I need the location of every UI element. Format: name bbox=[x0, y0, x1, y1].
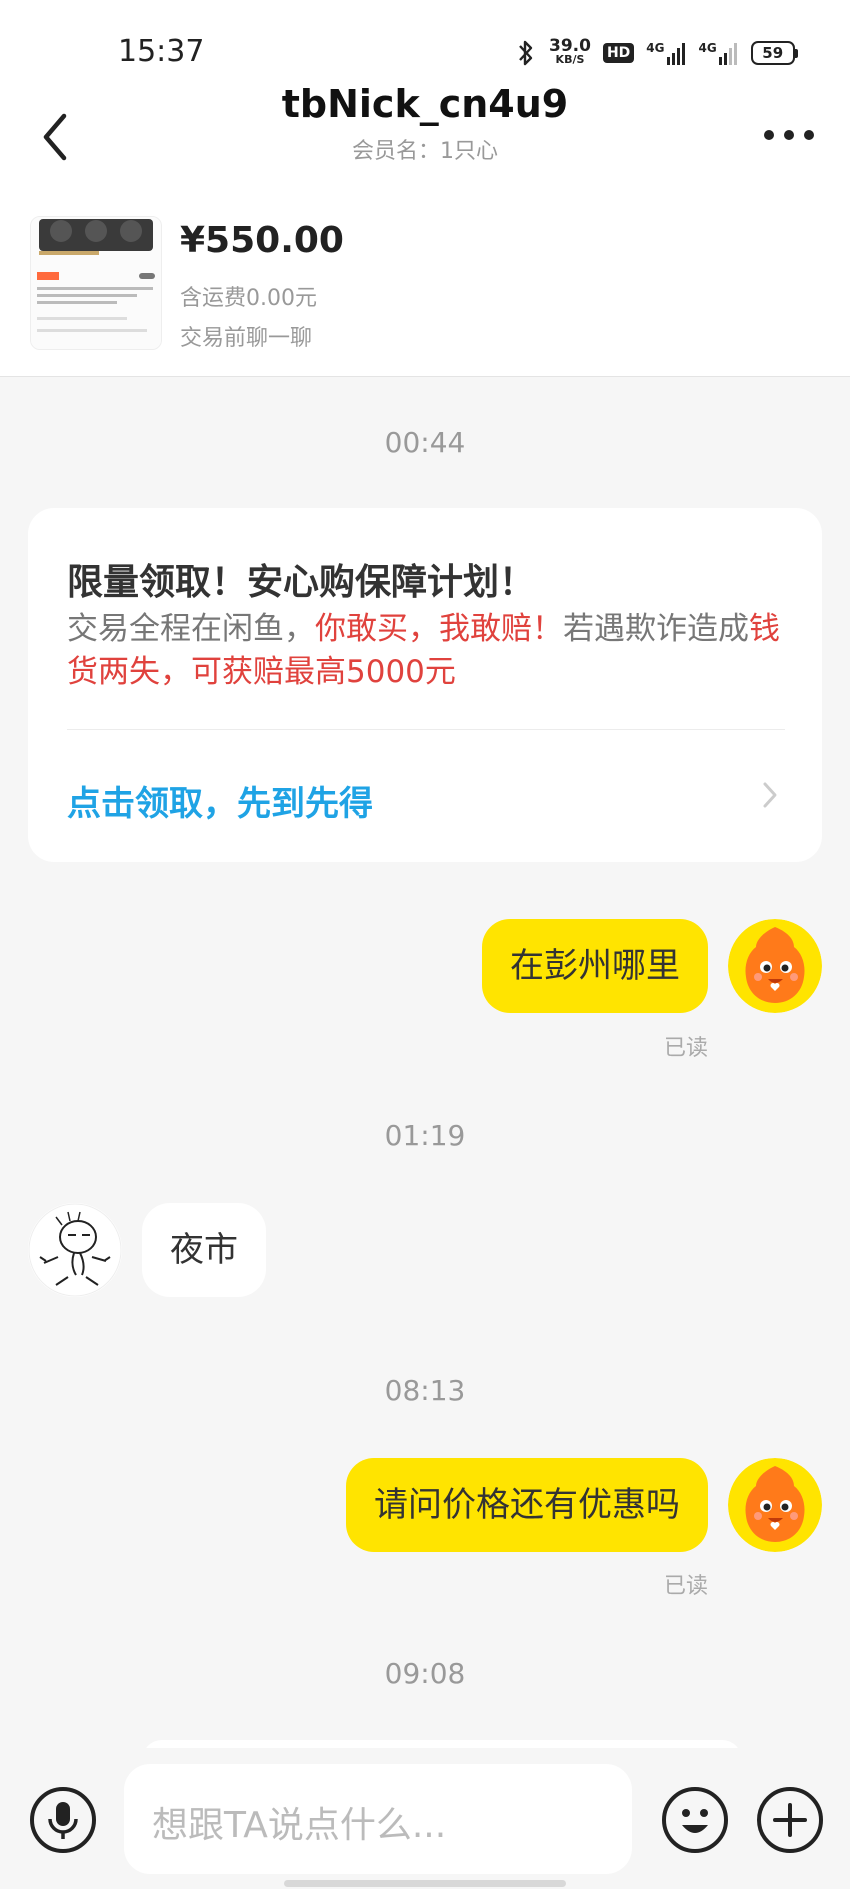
home-indicator[interactable] bbox=[284, 1880, 566, 1887]
message-input-placeholder[interactable]: 想跟TA说点什么... bbox=[152, 1796, 446, 1848]
net-speed-value: 39.0 bbox=[549, 36, 591, 56]
signal-2: 4G bbox=[699, 41, 739, 65]
product-thumbnail[interactable] bbox=[30, 216, 162, 350]
promo-highlight: 你敢买，我敢赔！ bbox=[315, 611, 563, 647]
read-receipt: 已读 bbox=[663, 1036, 708, 1061]
more-options-icon[interactable] bbox=[763, 126, 815, 144]
timestamp: 00:44 bbox=[384, 426, 466, 459]
signal-bars-icon bbox=[718, 43, 737, 65]
signal-2-label: 4G bbox=[698, 41, 717, 55]
timestamp: 08:13 bbox=[384, 1374, 466, 1407]
chat-hint: 交易前聊一聊 bbox=[180, 326, 313, 351]
my-message-bubble[interactable]: 在彭州哪里 bbox=[482, 919, 708, 1013]
card-divider bbox=[67, 729, 785, 730]
net-speed: 39.0 KB/S bbox=[549, 36, 591, 67]
emoji-icon[interactable] bbox=[660, 1785, 730, 1855]
claim-link[interactable]: 点击领取，先到先得 bbox=[67, 776, 373, 825]
chevron-right-icon[interactable] bbox=[755, 778, 785, 812]
graphics-card-image bbox=[31, 217, 161, 349]
my-message-bubble[interactable]: 请问价格还有优惠吗 bbox=[346, 1458, 708, 1552]
promo-title: 限量领取！安心购保障计划！ bbox=[67, 562, 536, 603]
promo-body: 交易全程在闲鱼，你敢买，我敢赔！若遇欺诈造成钱货两失，可获赔最高5000元 bbox=[67, 608, 787, 694]
their-message-bubble[interactable]: 夜市 bbox=[142, 1203, 266, 1297]
bluetooth-icon bbox=[519, 40, 533, 66]
timestamp: 01:19 bbox=[384, 1119, 466, 1152]
chat-title: tbNick_cn4u9 bbox=[281, 82, 569, 126]
timestamp: 09:08 bbox=[384, 1657, 466, 1690]
fish-mascot-avatar-icon bbox=[728, 919, 822, 1013]
signal-1: 4G bbox=[646, 41, 686, 65]
sketch-figure-avatar-icon bbox=[28, 1203, 122, 1297]
status-icons: 39.0 KB/S HD 4G 4G 59 bbox=[515, 35, 798, 71]
my-avatar[interactable] bbox=[728, 919, 822, 1013]
read-receipt: 已读 bbox=[663, 1574, 708, 1599]
net-speed-unit: KB/S bbox=[555, 53, 585, 66]
promo-body-part: 交易全程在闲鱼， bbox=[67, 611, 315, 647]
product-price: ¥550.00 bbox=[180, 220, 344, 261]
member-name: 会员名：1只心 bbox=[352, 139, 498, 164]
fish-mascot-avatar-icon bbox=[728, 1458, 822, 1552]
seller-avatar[interactable] bbox=[28, 1203, 122, 1297]
signal-bars-icon bbox=[666, 43, 685, 65]
status-time: 15:37 bbox=[118, 34, 205, 69]
battery-icon: 59 bbox=[750, 41, 798, 65]
shipping-info: 含运费0.00元 bbox=[180, 286, 317, 311]
add-attachment-icon[interactable] bbox=[755, 1785, 825, 1855]
promo-body-part: 若遇欺诈造成 bbox=[563, 611, 749, 647]
battery-level: 59 bbox=[762, 44, 784, 62]
microphone-icon[interactable] bbox=[28, 1785, 98, 1855]
my-avatar[interactable] bbox=[728, 1458, 822, 1552]
hd-badge: HD bbox=[602, 43, 635, 63]
signal-1-label: 4G bbox=[646, 41, 665, 55]
